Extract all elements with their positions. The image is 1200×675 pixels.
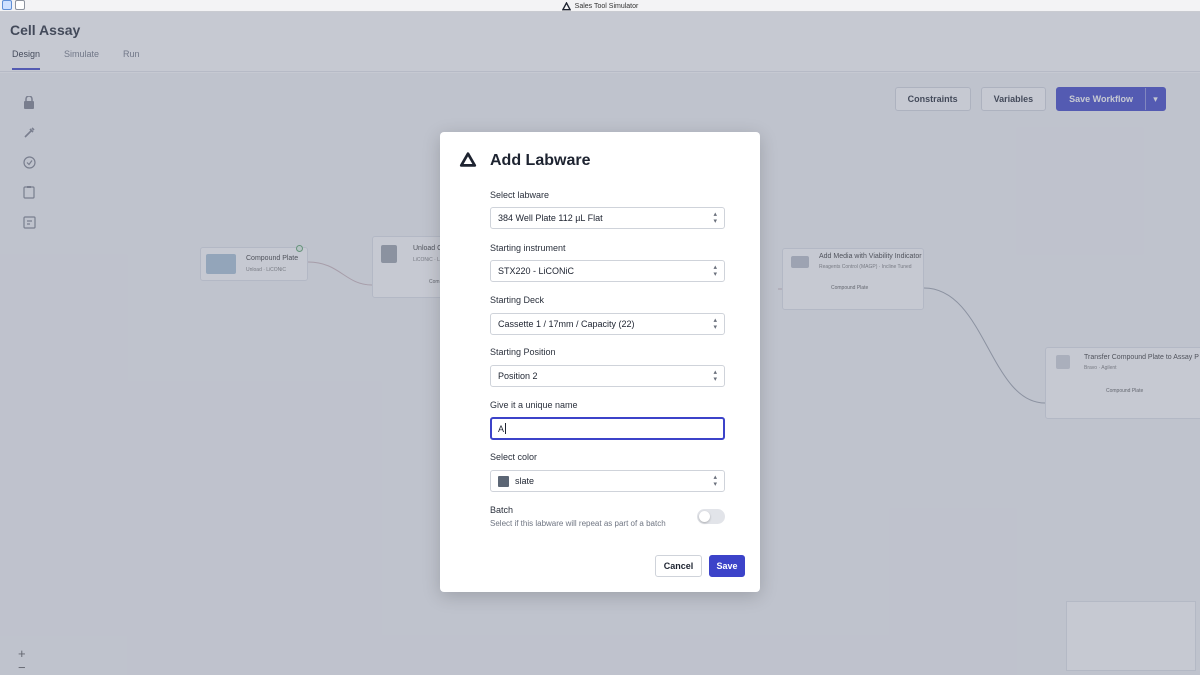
instrument-select[interactable]: STX220 - LiCONiC ▴ ▾ xyxy=(490,260,725,282)
instrument-label: Starting instrument xyxy=(490,243,566,253)
add-labware-dialog: Add Labware Select labware 384 Well Plat… xyxy=(440,132,760,592)
color-select[interactable]: slate ▴ ▾ xyxy=(490,470,725,492)
position-value: Position 2 xyxy=(498,371,538,381)
labware-select[interactable]: 384 Well Plate 112 µL Flat ▴ ▾ xyxy=(490,207,725,229)
cancel-button[interactable]: Cancel xyxy=(655,555,702,577)
color-value: slate xyxy=(515,476,535,486)
chevron-updown-icon: ▴ ▾ xyxy=(713,317,717,331)
batch-toggle[interactable] xyxy=(697,509,725,524)
toggle-knob xyxy=(699,511,710,522)
labware-name-input[interactable]: A xyxy=(490,417,725,440)
chevron-updown-icon: ▴ ▾ xyxy=(713,474,717,488)
dialog-title: Add Labware xyxy=(490,152,591,169)
labware-label: Select labware xyxy=(490,190,550,200)
color-swatch xyxy=(498,475,509,487)
chevron-updown-icon: ▴ ▾ xyxy=(713,369,717,383)
labware-value: 384 Well Plate 112 µL Flat xyxy=(498,213,603,223)
labware-name-value: A xyxy=(498,423,505,434)
window-titlebar: Sales Tool Simulator xyxy=(0,0,1200,12)
window-title: Sales Tool Simulator xyxy=(0,0,1200,12)
batch-label: Batch xyxy=(490,505,514,515)
window-title-text: Sales Tool Simulator xyxy=(574,2,639,10)
chevron-updown-icon: ▴ ▾ xyxy=(713,264,717,278)
position-label: Starting Position xyxy=(490,347,556,357)
deck-select[interactable]: Cassette 1 / 17mm / Capacity (22) ▴ ▾ xyxy=(490,313,725,335)
save-button[interactable]: Save xyxy=(709,555,745,577)
batch-description: Select if this labware will repeat as pa… xyxy=(490,519,666,528)
deck-value: Cassette 1 / 17mm / Capacity (22) xyxy=(498,319,635,329)
position-select[interactable]: Position 2 ▴ ▾ xyxy=(490,365,725,387)
text-cursor xyxy=(505,423,507,434)
instrument-value: STX220 - LiCONiC xyxy=(498,266,575,276)
chevron-updown-icon: ▴ ▾ xyxy=(713,211,717,225)
app-logo-icon xyxy=(459,152,477,167)
deck-label: Starting Deck xyxy=(490,295,545,305)
name-label: Give it a unique name xyxy=(490,400,578,410)
color-label: Select color xyxy=(490,452,538,462)
app-logo-icon xyxy=(561,1,571,10)
